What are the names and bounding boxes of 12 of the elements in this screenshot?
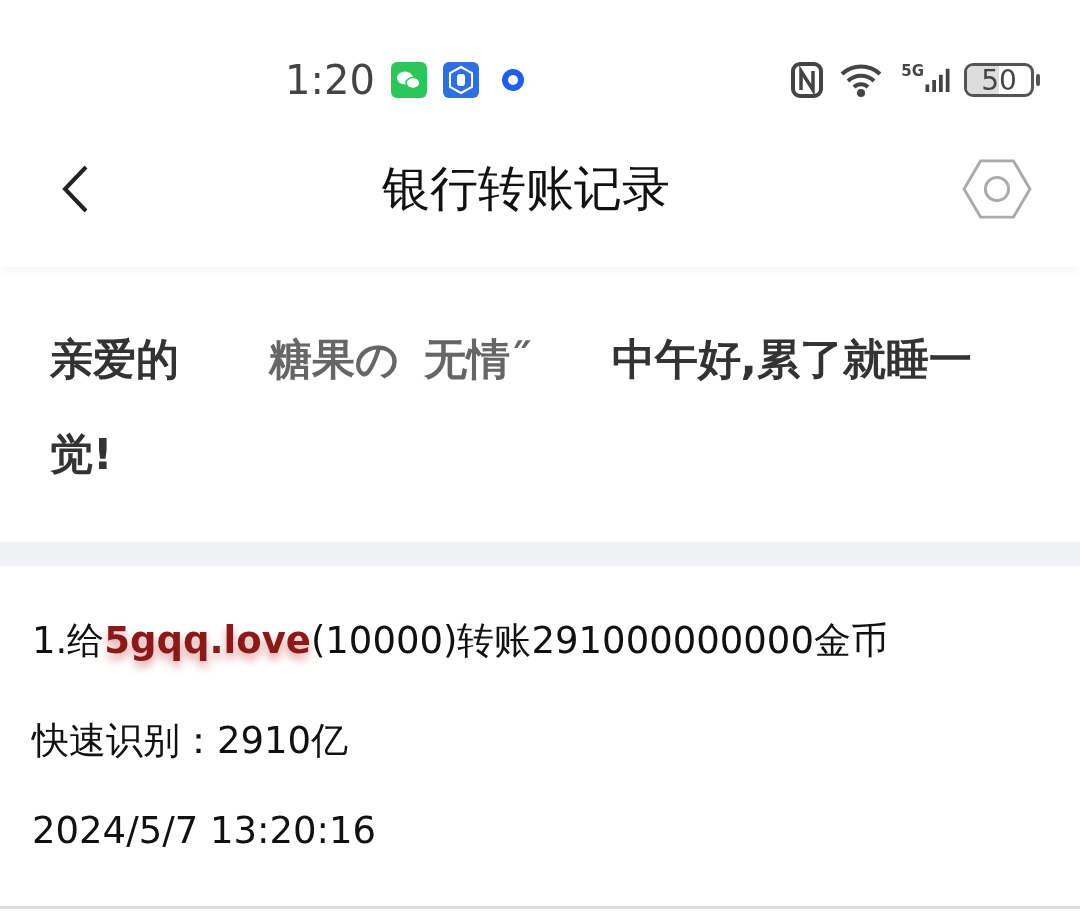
page-title: 银行转账记录 [382,158,670,218]
battery-percent: 50 [981,66,1017,94]
nfc-icon [791,62,824,98]
transfer-time: 2024/5/7 13:20:16 [32,808,378,854]
back-icon[interactable] [60,163,90,214]
greeting-text: 亲爱的 糖果の 无情˝ 中午好,累了就睡一觉! [49,333,973,481]
quick-amount: 快速识别：2910亿 [32,718,350,764]
chat-app-icon [390,62,427,98]
clock-time: 1:20 [285,57,375,103]
circle-app-icon [500,68,525,92]
network-type: 5G [901,62,924,80]
transfer-line: 1.给5gqq.love(10000)转账291000000000金币 [32,618,889,664]
